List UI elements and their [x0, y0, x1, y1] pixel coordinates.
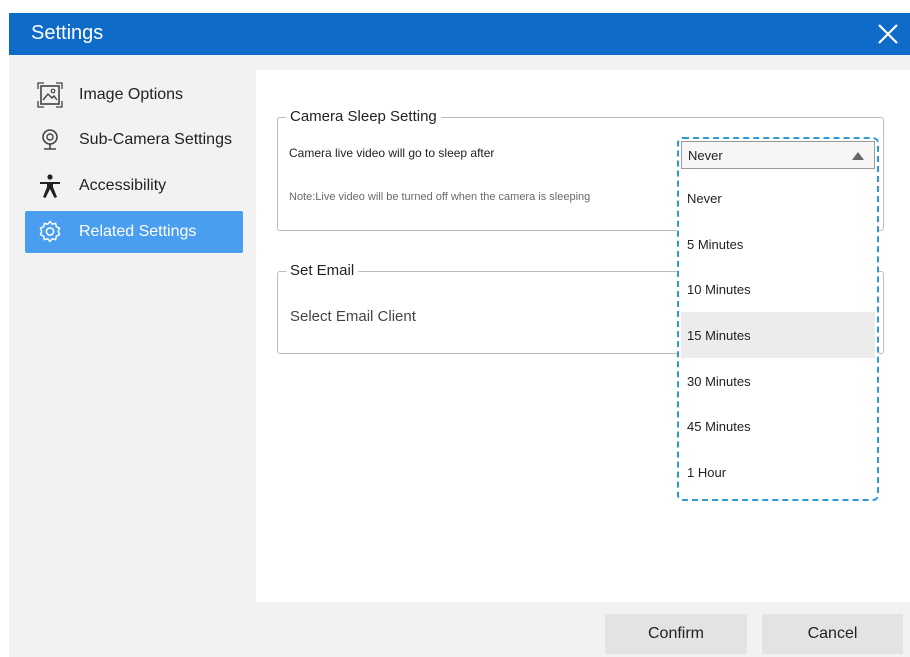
title-bar: Settings — [9, 13, 910, 55]
email-client-label[interactable]: Select Email Client — [290, 308, 416, 325]
sidebar-item-accessibility[interactable]: Accessibility — [25, 165, 243, 207]
image-icon — [37, 82, 63, 108]
sleep-select-value: Never — [688, 148, 723, 163]
option-10-minutes[interactable]: 10 Minutes — [681, 266, 875, 312]
accessibility-icon — [37, 173, 63, 199]
sleep-label: Camera live video will go to sleep after — [289, 146, 495, 160]
option-15-minutes[interactable]: 15 Minutes — [681, 312, 875, 358]
gear-icon — [37, 219, 63, 245]
sidebar-item-sub-camera-settings[interactable]: Sub-Camera Settings — [25, 119, 243, 161]
sidebar-item-label: Sub-Camera Settings — [79, 131, 232, 148]
option-30-minutes[interactable]: 30 Minutes — [681, 358, 875, 404]
camera-sleep-title: Camera Sleep Setting — [286, 108, 441, 125]
sleep-note: Note:Live video will be turned off when … — [289, 191, 591, 203]
cancel-button[interactable]: Cancel — [762, 614, 903, 654]
confirm-button[interactable]: Confirm — [605, 614, 747, 654]
email-title: Set Email — [286, 262, 359, 279]
webcam-icon — [37, 127, 63, 153]
close-icon[interactable] — [876, 22, 900, 46]
window-title: Settings — [31, 22, 104, 44]
option-1-hour[interactable]: 1 Hour — [681, 449, 875, 495]
chevron-up-icon — [852, 152, 864, 160]
sleep-select[interactable]: Never — [681, 141, 875, 169]
sidebar-item-related-settings[interactable]: Related Settings — [25, 211, 243, 253]
option-never[interactable]: Never — [681, 175, 875, 221]
sleep-dropdown[interactable]: Never Never 5 Minutes 10 Minutes 15 Minu… — [677, 137, 879, 501]
sidebar-item-image-options[interactable]: Image Options — [25, 74, 243, 116]
sidebar-item-label: Related Settings — [79, 223, 197, 240]
sidebar-item-label: Image Options — [79, 86, 184, 103]
option-5-minutes[interactable]: 5 Minutes — [681, 221, 875, 267]
option-45-minutes[interactable]: 45 Minutes — [681, 403, 875, 449]
sidebar-item-label: Accessibility — [79, 177, 167, 194]
